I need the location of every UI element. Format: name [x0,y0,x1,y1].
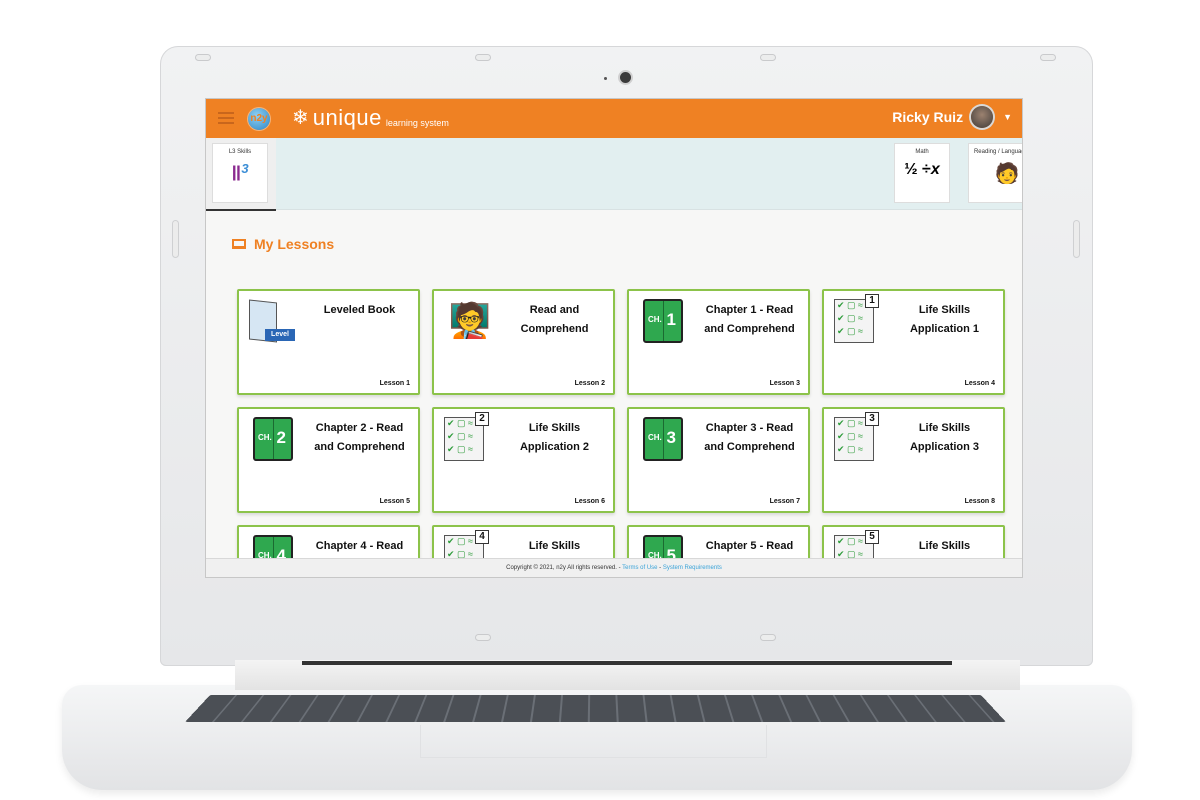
lid-bumper [760,634,776,641]
hinge-gap [302,661,952,665]
lesson-title: Chapter 2 - Read and Comprehend [314,422,405,453]
lesson-title: Chapter 1 - Read and Comprehend [704,304,795,335]
chapter-book-icon: CH. 3 [639,417,691,467]
trackpad [420,725,767,758]
subject-bar: L3 Skills ǁ3 Math ½ ÷x Reading / Languag… [206,138,1022,211]
laptop-icon [232,239,246,249]
lesson-card[interactable]: ✔ ▢ ≈ ✔ ▢ ≈ ✔ ▢ ≈2 Life Skills Application … [432,407,615,513]
subject-l3-skills[interactable]: L3 Skills ǁ3 [212,143,268,203]
lid-side-bumper [1073,220,1080,258]
lid-bumper [1040,54,1056,61]
n2y-logo-icon[interactable]: n2y [248,108,270,130]
avatar [971,106,994,128]
user-menu[interactable]: Ricky Ruiz ▼ [892,106,1012,128]
lesson-title: Life Skills Application 1 [909,304,980,335]
system-requirements-link[interactable]: System Requirements [663,565,722,571]
lesson-number: Lesson 4 [964,380,995,387]
checklist-icon: ✔ ▢ ≈ ✔ ▢ ≈ ✔ ▢ ≈3 [834,412,886,467]
hamburger-menu-icon[interactable] [218,112,234,124]
lesson-title: Read and Comprehend [520,304,589,335]
reading-person-icon: 🧑‍🏫 [448,302,492,340]
brand-logo[interactable]: ❄ unique learning system [292,106,449,130]
camera-led [604,77,607,80]
math-symbols-icon: ½ ÷x [904,161,940,178]
footer: Copyright © 2021, n2y All rights reserve… [206,558,1022,577]
lesson-number: Lesson 7 [769,498,800,505]
brand-name: unique [312,105,382,130]
lesson-title: Chapter 5 - Read [705,540,794,552]
subject-label: Reading / Language Arts [973,149,1022,155]
leveled-book-icon: Level [249,299,301,349]
lesson-title: Chapter 3 - Read and Comprehend [704,422,795,453]
chapter-book-icon: CH. 2 [249,417,301,467]
lesson-card[interactable]: CH. 3 Chapter 3 - Read and Comprehend Lesso… [627,407,810,513]
terms-of-use-link[interactable]: Terms of Use [622,565,657,571]
lesson-card[interactable]: Level Leveled Book Lesson 1 [237,289,420,395]
brand-subtitle: learning system [385,118,449,128]
copyright-text: Copyright © 2021, n2y All rights reserve… [506,565,623,571]
lid-bumper [475,54,491,61]
section-title: My Lessons [232,236,334,252]
lesson-number: Lesson 3 [769,380,800,387]
lesson-title: Life Skills Application 2 [519,422,590,453]
app-screen: n2y ❄ unique learning system Ricky Ruiz … [205,98,1023,578]
chevron-down-icon: ▼ [1003,112,1012,122]
subject-label: Math [915,149,929,155]
lesson-title: Leveled Book [323,304,396,316]
checklist-icon: ✔ ▢ ≈ ✔ ▢ ≈ ✔ ▢ ≈2 [444,412,496,467]
lesson-card[interactable]: ✔ ▢ ≈ ✔ ▢ ≈ ✔ ▢ ≈3 Life Skills Application … [822,407,1005,513]
lesson-number: Lesson 6 [574,498,605,505]
chapter-book-icon: CH. 1 [639,299,691,349]
webcam [620,72,631,83]
lid-bumper [475,634,491,641]
keyboard [184,694,1007,723]
user-name: Ricky Ruiz [892,109,964,125]
lesson-number: Lesson 8 [964,498,995,505]
lid-bumper [760,54,776,61]
lesson-card[interactable]: ✔ ▢ ≈ ✔ ▢ ≈ ✔ ▢ ≈1 Life Skills Application … [822,289,1005,395]
lesson-card[interactable]: 🧑‍🏫 Read and Comprehend Lesson 2 [432,289,615,395]
lesson-number: Lesson 5 [379,498,410,505]
lesson-title: Chapter 4 - Read [315,540,404,552]
lesson-title: Life Skills [918,540,971,552]
subject-math[interactable]: Math ½ ÷x [894,143,950,203]
lesson-title: Life Skills Application 3 [909,422,980,453]
lesson-number: Lesson 1 [379,380,410,387]
top-navigation-bar: n2y ❄ unique learning system Ricky Ruiz … [206,99,1022,138]
lesson-card[interactable]: CH. 1 Chapter 1 - Read and Comprehend Lesso… [627,289,810,395]
reader-person-icon: 🧑 [994,163,1020,185]
subject-label: L3 Skills [228,149,252,155]
subject-reading-language-arts[interactable]: Reading / Language Arts 🧑 [968,143,1022,203]
lesson-card[interactable]: CH. 2 Chapter 2 - Read and Comprehend Lesso… [237,407,420,513]
section-title-text: My Lessons [254,236,335,252]
checklist-icon: ✔ ▢ ≈ ✔ ▢ ≈ ✔ ▢ ≈1 [834,294,886,349]
snowflake-icon: ❄ [292,107,309,129]
l3-skills-icon: ǁ3 [231,161,249,186]
lesson-number: Lesson 2 [574,380,605,387]
lid-side-bumper [172,220,179,258]
lid-bumper [195,54,211,61]
lesson-title: Life Skills [528,540,581,552]
